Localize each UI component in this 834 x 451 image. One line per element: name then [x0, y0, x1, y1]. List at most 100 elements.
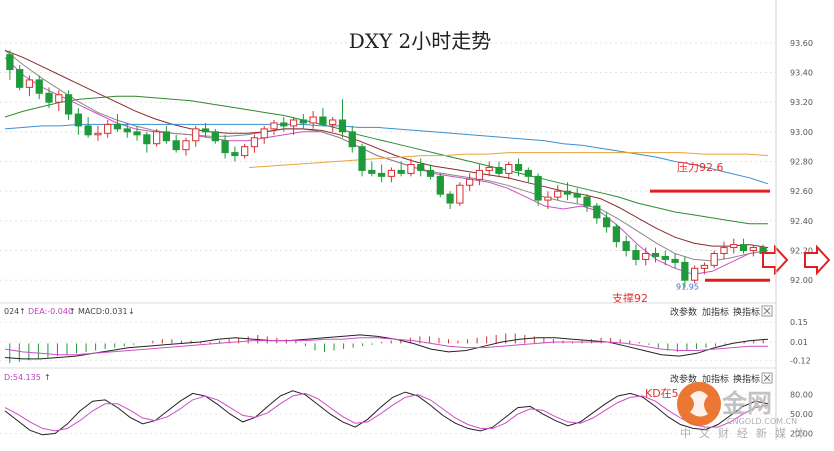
candle-body [475, 169, 484, 180]
candle-body [583, 196, 591, 207]
chart-canvas: 93.6093.4093.2093.0092.8092.6092.4092.20… [0, 0, 831, 440]
candle-body [143, 134, 151, 145]
candle-body [397, 169, 405, 174]
candle-body [730, 244, 738, 249]
switch-indicator-button[interactable]: 换指标 [733, 306, 760, 318]
price-tick-label: 93.20 [790, 98, 813, 107]
macd-lines [4, 334, 769, 360]
up-arrow-icon: ↑ [69, 307, 76, 316]
price-tick-label: 92.60 [790, 187, 813, 196]
candle-body [211, 131, 219, 142]
candle-body [642, 252, 650, 260]
candle-body [64, 94, 73, 115]
candle-body [231, 152, 239, 157]
candle-body [446, 193, 454, 204]
macd-dea-value: DEA:-0.040 [28, 307, 73, 316]
macd-tick-label: 0.15 [790, 318, 808, 327]
chart-title: DXY 2小时走势 [349, 29, 492, 53]
candle-body [192, 128, 200, 142]
moving-average-line [4, 123, 769, 185]
moving-average-lines [4, 49, 769, 275]
candle-body [172, 140, 180, 151]
moving-average-line [4, 49, 769, 262]
candle-body [563, 190, 572, 195]
switch-indicator-button[interactable]: 换指标 [733, 373, 760, 385]
candle-body [133, 131, 141, 136]
candle-body [368, 169, 376, 174]
candle-body [55, 94, 63, 103]
candle-body [94, 132, 102, 136]
candle-body [691, 267, 699, 281]
kd-tick-label: 80.00 [790, 391, 813, 400]
candle-body [417, 163, 425, 171]
candle-body [289, 119, 298, 127]
candle-body [436, 175, 444, 195]
candle-body [505, 163, 513, 174]
candle-body [201, 128, 210, 133]
candle-body [466, 178, 474, 186]
macd-prefix: 024 [4, 307, 19, 316]
down-arrow-icon: ↓ [128, 307, 135, 316]
candle-body [45, 92, 53, 103]
candle-body [241, 146, 249, 157]
candle-body [651, 252, 660, 257]
candle-body [622, 241, 630, 252]
macd-axis: 0.15 0.01 -0.12 [790, 318, 811, 365]
candle-body [377, 172, 386, 177]
candle-body [612, 226, 621, 243]
kd-value: D:54.135 [4, 373, 41, 382]
candle-body [152, 131, 161, 145]
change-params-button[interactable]: 改参数 [670, 306, 697, 318]
moving-average-line [4, 49, 769, 249]
candle-body [338, 119, 347, 133]
candle-body [329, 119, 337, 125]
price-tick-label: 93.60 [790, 39, 813, 48]
candle-body [602, 217, 611, 228]
candlestick-series [6, 50, 767, 288]
price-tick-label: 92.40 [790, 217, 813, 226]
candle-body [309, 116, 317, 124]
watermark-brand: 金网 [721, 389, 772, 418]
candle-body [221, 140, 229, 154]
macd-tick-label: -0.12 [790, 356, 811, 365]
macd-dea-line [4, 337, 768, 356]
candle-body [593, 205, 601, 219]
candle-body [123, 128, 131, 133]
candle-body [720, 247, 728, 254]
candle-body [632, 250, 640, 260]
candle-body [749, 247, 757, 252]
candle-body [35, 79, 43, 94]
price-tick-label: 93.00 [790, 128, 813, 137]
low-price-marker: 91.95 [676, 283, 699, 292]
candle-body [514, 163, 523, 171]
candle-body [74, 113, 82, 127]
candle-body [319, 116, 327, 125]
candle-body [426, 169, 435, 177]
price-tick-label: 92.80 [790, 158, 813, 167]
candle-body [495, 166, 503, 174]
watermark-slogan: 中文财经新媒体 [680, 426, 813, 440]
resistance-label: 压力92.6 [677, 161, 724, 174]
macd-buttons: 改参数 加指标 换指标 [670, 305, 773, 318]
candle-body [573, 193, 581, 198]
add-indicator-button[interactable]: 加指标 [702, 306, 729, 318]
kd-buttons: 改参数 加指标 换指标 [670, 372, 773, 385]
price-tick-label: 92.00 [790, 276, 813, 285]
candle-body [25, 79, 34, 88]
candle-body [16, 69, 24, 88]
candle-body [554, 190, 562, 198]
moving-average-line [4, 95, 768, 225]
candle-body [348, 131, 356, 148]
candle-body [162, 131, 171, 142]
candle-body [739, 244, 748, 252]
candle-body [358, 146, 366, 171]
candle-body [456, 184, 464, 204]
candle-body [407, 163, 415, 174]
candle-body [700, 264, 709, 269]
candle-body [710, 252, 718, 266]
candle-body [280, 122, 288, 127]
candle-body [104, 123, 112, 134]
candle-body [524, 169, 532, 177]
price-tick-label: 93.40 [790, 69, 813, 78]
kd-grid [0, 394, 776, 435]
